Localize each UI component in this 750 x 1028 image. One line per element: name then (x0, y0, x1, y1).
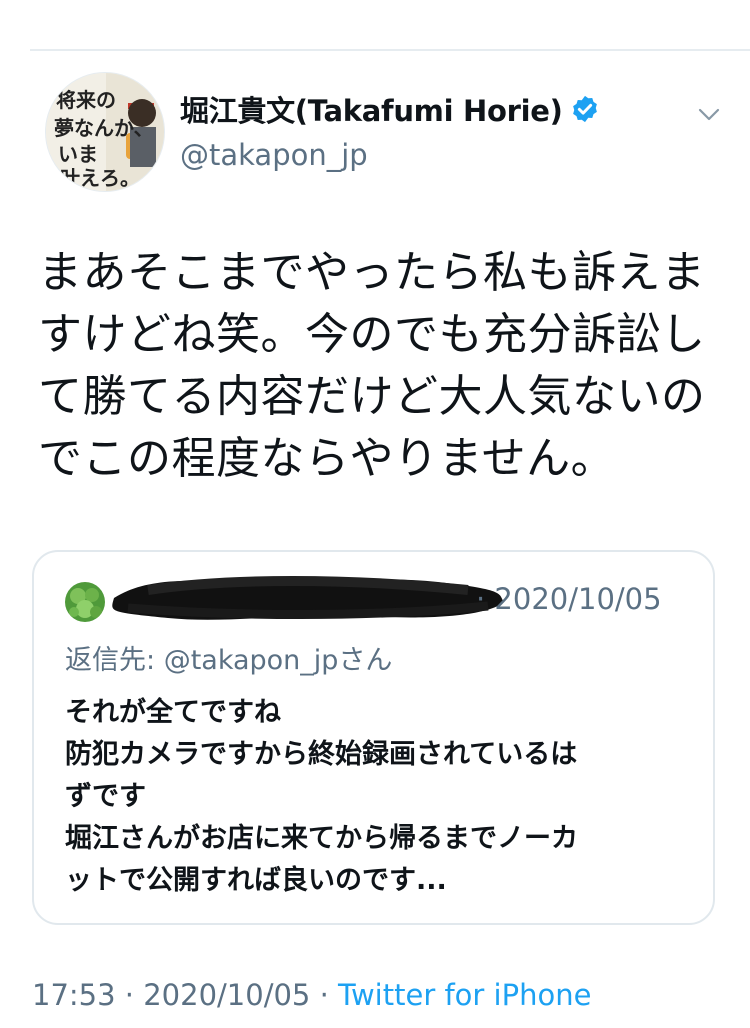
tweet-metadata: 17:53 · 2020/10/05 · Twitter for iPhone (32, 978, 591, 1012)
reply-mention-link[interactable]: @takapon_jp (164, 645, 339, 676)
quoted-text-line: 防犯カメラですから終始録画されているは (65, 739, 578, 770)
quoted-text-line: ットで公開すれば良いのです... (65, 865, 447, 896)
svg-text:夢なんか、: 夢なんか、 (54, 116, 154, 140)
quoted-reply-context: 返信先: @takapon_jpさん (65, 638, 392, 677)
quoted-author-avatar (65, 582, 105, 622)
tweet-date[interactable]: 2020/10/05 (143, 978, 310, 1012)
meta-separator: · (310, 978, 339, 1012)
author-avatar[interactable]: 将来の 夢なんか、 いま 叶えろ。 (45, 72, 165, 192)
author-name-row[interactable]: 堀江貴文(Takafumi Horie) (180, 88, 600, 130)
avatar-book-cover-image: 将来の 夢なんか、 いま 叶えろ。 (46, 73, 164, 191)
author-display-name[interactable]: 堀江貴文(Takafumi Horie) (180, 88, 563, 130)
quoted-tweet-date[interactable]: · 2020/10/05 (476, 582, 662, 616)
svg-text:いま: いま (58, 142, 98, 166)
tweet-text-line: まあそこまでやったら私も訴えま (38, 247, 706, 298)
reply-suffix: さん (338, 645, 393, 676)
quoted-tweet-card[interactable]: · 2020/10/05 返信先: @takapon_jpさん それが全てですね… (32, 550, 715, 925)
quoted-text-line: それが全てですね (65, 697, 281, 728)
chevron-down-icon[interactable] (694, 99, 724, 129)
quoted-tweet-text: それが全てですね 防犯カメラですから終始録画されているは ずです 堀江さんがお店… (65, 692, 695, 902)
tweet-text-line: でこの程度ならやりません。 (38, 433, 616, 484)
svg-text:叶えろ。: 叶えろ。 (60, 166, 140, 190)
meta-separator: · (115, 978, 144, 1012)
reply-prefix: 返信先: (65, 645, 164, 676)
tweet-text: まあそこまでやったら私も訴えま すけどね笑。今のでも充分訴訟し て勝てる内容だけ… (38, 242, 728, 490)
quoted-text-line: ずです (65, 781, 146, 812)
tweet-source-link[interactable]: Twitter for iPhone (338, 978, 591, 1012)
tweet-time[interactable]: 17:53 (32, 978, 116, 1012)
author-handle[interactable]: @takapon_jp (180, 138, 368, 172)
svg-text:将来の: 将来の (56, 88, 116, 112)
redacted-author-name (108, 568, 508, 628)
quoted-text-line: 堀江さんがお店に来てから帰るまでノーカ (65, 823, 578, 854)
verified-badge-icon (570, 94, 600, 124)
tweet-text-line: て勝てる内容だけど大人気ないの (38, 371, 706, 422)
tweet-text-line: すけどね笑。今のでも充分訴訟し (38, 309, 706, 360)
top-divider (30, 49, 750, 51)
